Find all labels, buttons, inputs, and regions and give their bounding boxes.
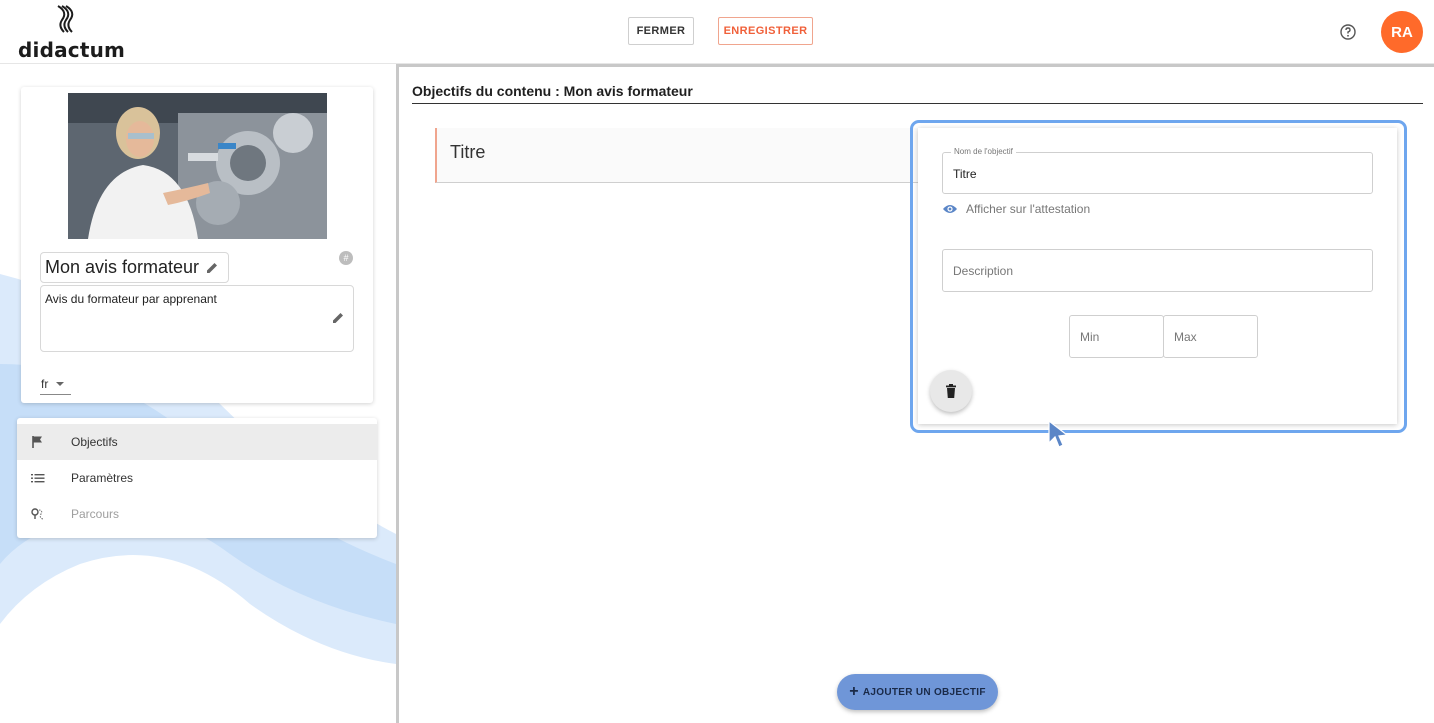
logo-mark-icon [57,5,74,33]
page-title: Objectifs du contenu : Mon avis formateu… [412,83,1423,104]
objective-row-title: Titre [450,142,486,162]
flag-icon [32,436,42,448]
language-select[interactable]: fr [40,373,71,395]
content-card: Mon avis formateur # Avis du formateur p… [21,87,373,403]
logo-text: didactum [18,38,126,62]
content-description-field[interactable]: Avis du formateur par apprenant [40,285,354,352]
show-on-certificate-toggle[interactable]: Afficher sur l'attestation [942,202,1090,216]
min-input[interactable]: Min [1069,315,1164,358]
description-placeholder: Description [953,264,1014,278]
panel-divider-top [399,64,1434,67]
add-objective-label: AJOUTER UN OBJECTIF [862,686,986,698]
mouse-pointer-icon [1048,419,1069,448]
objective-name-legend: Nom de l'objectif [951,147,1016,156]
objective-name-value: Titre [953,167,977,181]
hash-badge: # [339,251,353,265]
eye-icon [943,205,957,213]
content-nav: Objectifs Paramètres Parcours [17,418,377,538]
nav-item-objectifs[interactable]: Objectifs [17,424,377,460]
content-title: Mon avis formateur [45,257,200,277]
panel-divider [396,64,399,723]
content-cover-image[interactable] [68,93,327,239]
app-header: didactum FERMER ENREGISTRER RA [0,0,1434,64]
nav-item-parcours[interactable]: Parcours [17,496,377,532]
plus-icon: + [849,683,859,700]
nav-item-label: Parcours [71,507,120,521]
list-icon [31,474,45,483]
objective-row[interactable]: Titre [435,128,919,183]
chevron-down-icon [56,381,65,386]
objective-editor-panel: Nom de l'objectif Titre Afficher sur l'a… [918,128,1397,424]
edit-pencil-icon[interactable] [205,261,219,275]
route-icon [31,508,44,520]
lab-photo-image [68,93,327,239]
max-input[interactable]: Max [1163,315,1258,358]
nav-item-label: Paramètres [71,471,134,485]
max-placeholder: Max [1174,330,1197,344]
objective-name-input[interactable]: Nom de l'objectif Titre [942,147,1373,194]
show-on-certificate-label: Afficher sur l'attestation [966,202,1091,216]
help-circle-icon[interactable] [1339,23,1357,41]
content-title-field[interactable]: Mon avis formateur [40,252,229,283]
save-button[interactable]: ENREGISTRER [718,17,813,45]
min-placeholder: Min [1080,330,1100,344]
trash-icon [946,384,956,398]
nav-item-label: Objectifs [71,435,118,449]
didactum-logo[interactable]: didactum [18,4,128,62]
content-description: Avis du formateur par apprenant [45,292,217,306]
delete-objective-button[interactable] [930,370,972,412]
language-value: fr [41,376,49,391]
left-panel: Mon avis formateur # Avis du formateur p… [0,64,396,723]
close-button[interactable]: FERMER [628,17,694,45]
edit-pencil-icon[interactable] [331,311,345,325]
user-avatar[interactable]: RA [1381,11,1423,53]
nav-item-parametres[interactable]: Paramètres [17,460,377,496]
add-objective-button[interactable]: + AJOUTER UN OBJECTIF [837,674,998,710]
objective-description-input[interactable]: Description [942,249,1373,292]
